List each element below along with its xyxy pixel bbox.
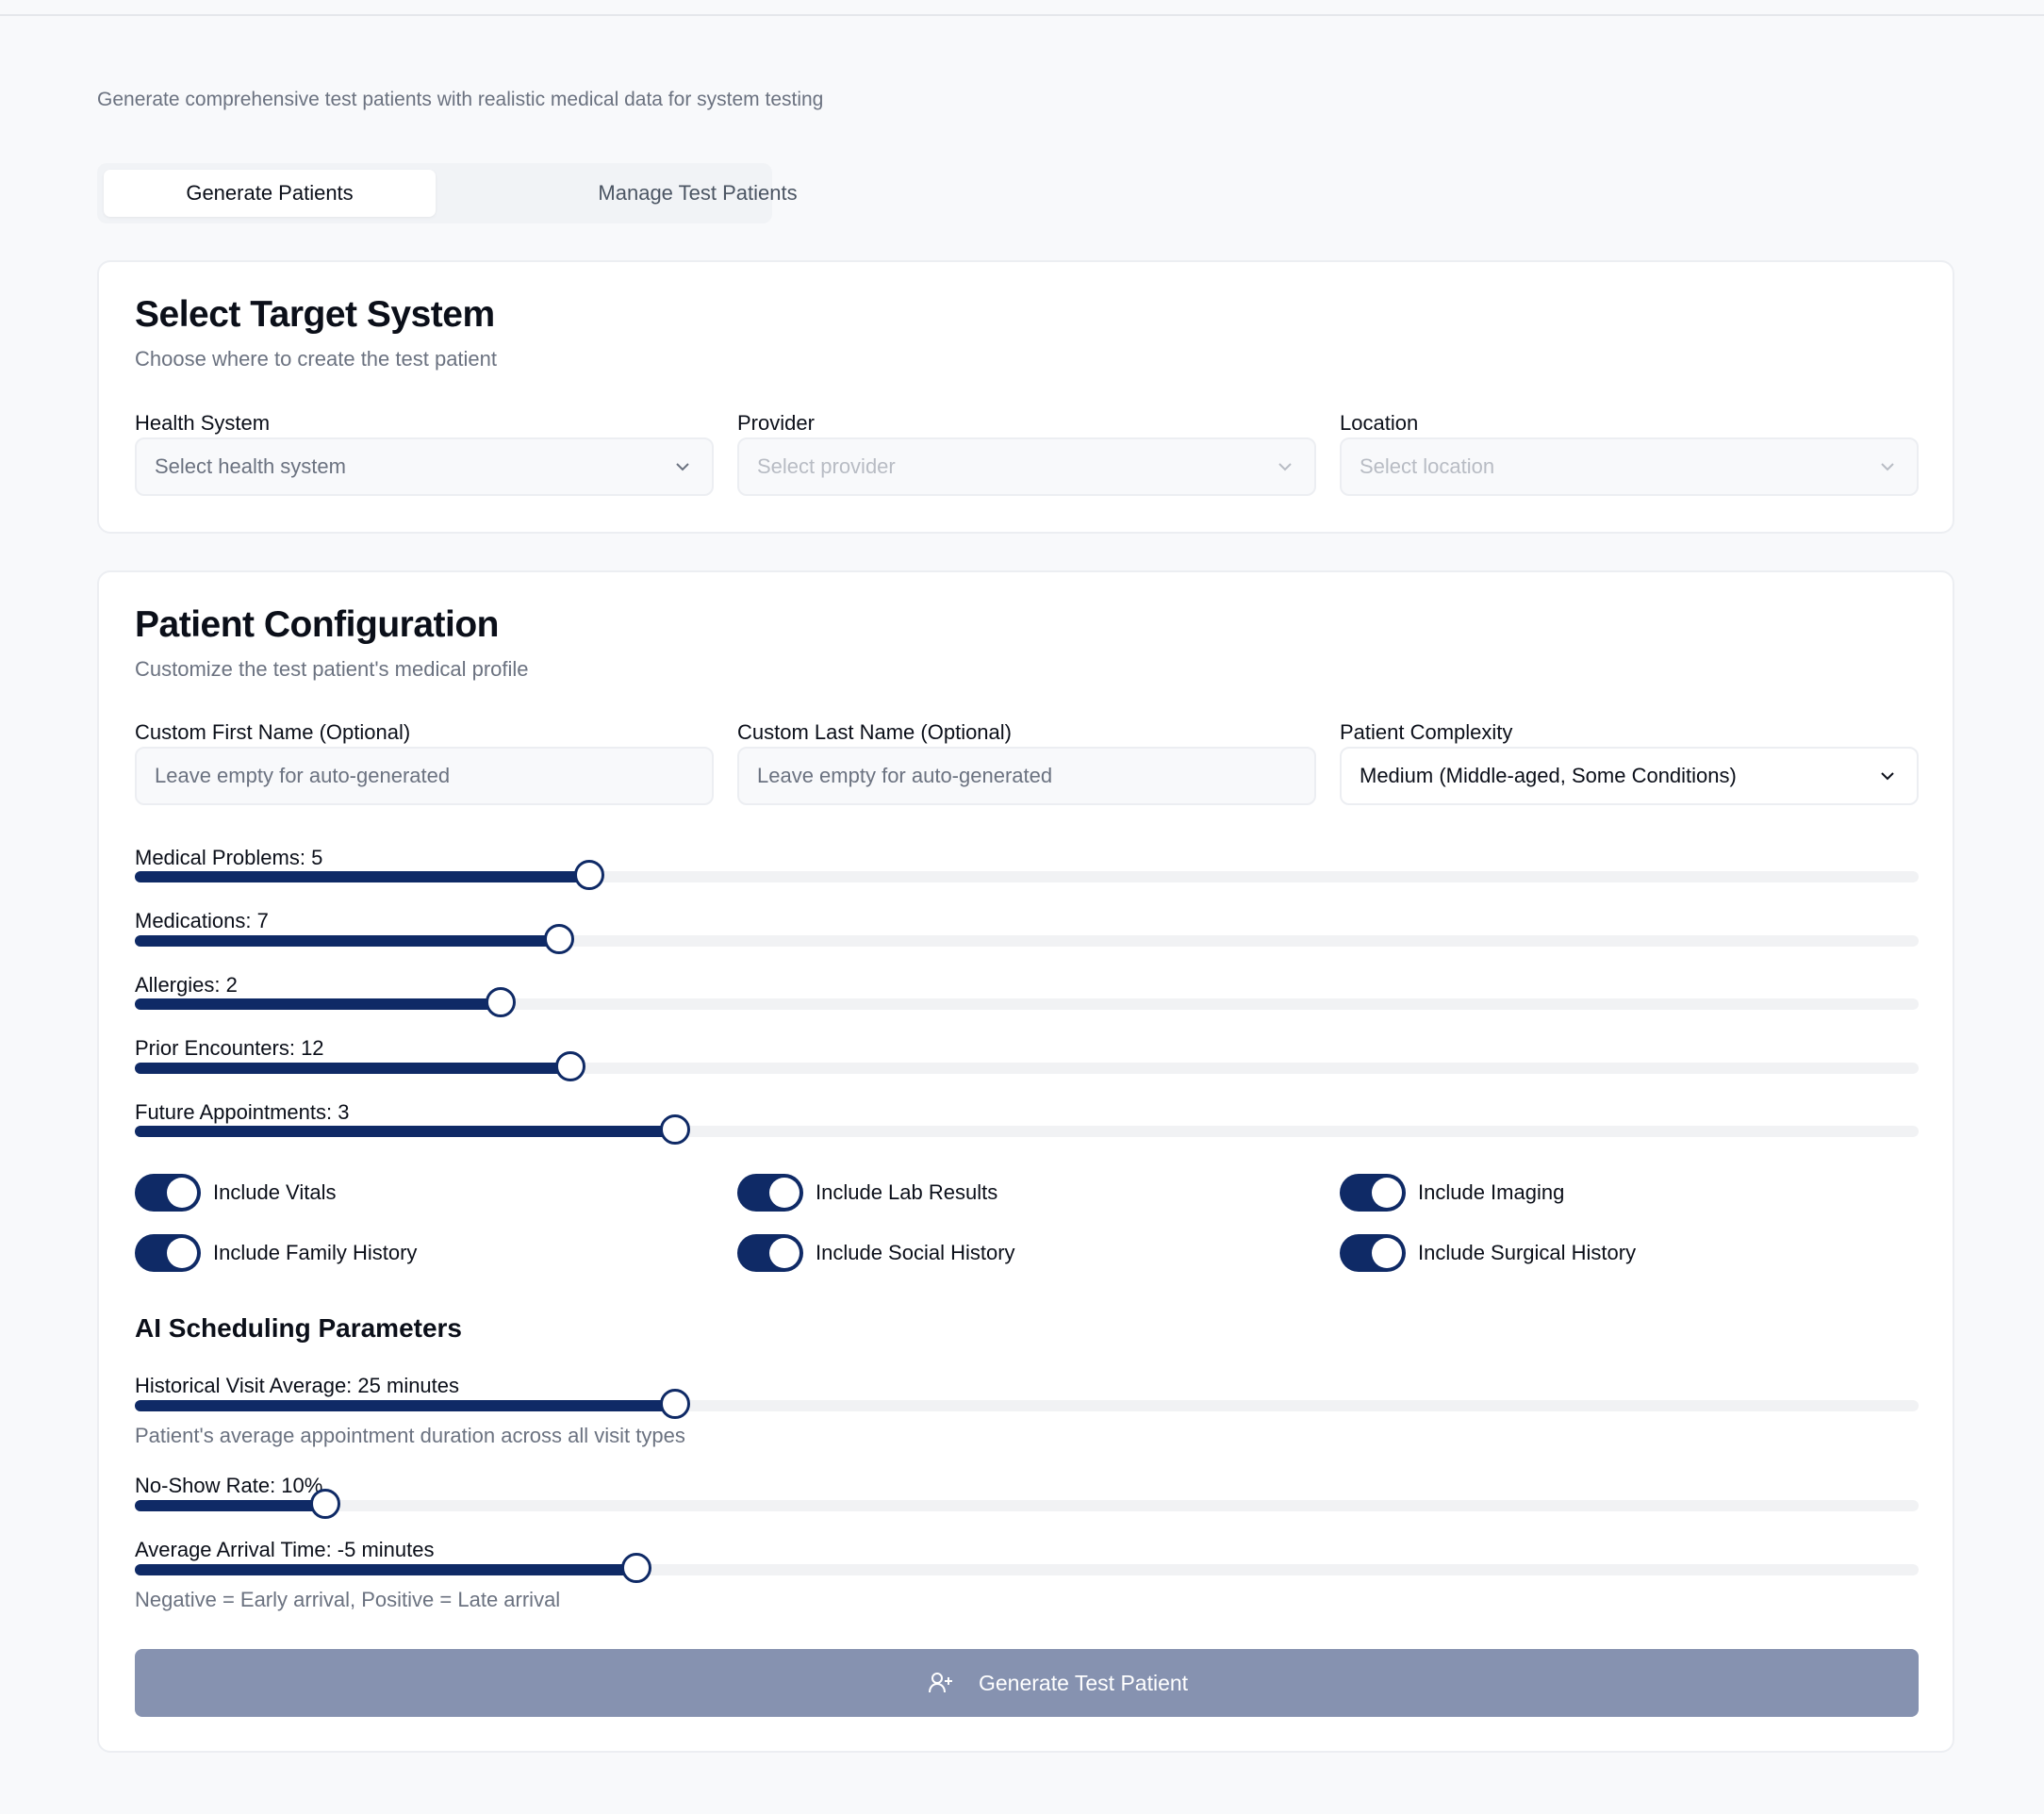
include-surgical-history-toggle[interactable] <box>1340 1234 1406 1272</box>
medical-problems-label: Medical Problems: 5 <box>135 846 323 869</box>
patient-configuration-card: Patient Configuration Customize the test… <box>97 570 1954 1753</box>
average-arrival-time-slider[interactable] <box>135 1553 1919 1583</box>
provider-placeholder: Select provider <box>757 454 896 478</box>
slider-thumb[interactable] <box>620 1553 651 1583</box>
first-name-label: Custom First Name (Optional) <box>135 720 411 744</box>
historical-visit-average-slider[interactable] <box>135 1389 1919 1419</box>
target-system-card: Select Target System Choose where to cre… <box>97 260 1954 534</box>
future-appointments-label: Future Appointments: 3 <box>135 1100 350 1124</box>
patient-complexity-value: Medium (Middle-aged, Some Conditions) <box>1360 764 1737 787</box>
slider-fill <box>135 1063 570 1074</box>
slider-thumb[interactable] <box>554 1051 585 1081</box>
historical-visit-average-hint: Patient's average appointment duration a… <box>135 1424 685 1447</box>
last-name-label: Custom Last Name (Optional) <box>737 720 1012 744</box>
page-subtitle: Generate comprehensive test patients wit… <box>97 89 824 110</box>
include-imaging-toggle[interactable] <box>1340 1174 1406 1212</box>
patient-configuration-description: Customize the test patient's medical pro… <box>135 657 529 681</box>
prior-encounters-label: Prior Encounters: 12 <box>135 1036 324 1060</box>
last-name-placeholder: Leave empty for auto-generated <box>757 764 1053 787</box>
chevron-down-icon <box>1278 463 1292 471</box>
slider-thumb[interactable] <box>660 1389 691 1419</box>
include-vitals-toggle[interactable] <box>135 1174 201 1212</box>
slider-fill <box>135 1500 326 1511</box>
allergies-slider[interactable] <box>135 987 1919 1017</box>
average-arrival-time-label: Average Arrival Time: -5 minutes <box>135 1538 435 1561</box>
slider-thumb[interactable] <box>544 924 575 954</box>
chevron-down-icon <box>1881 463 1894 471</box>
toggle-knob <box>769 1178 799 1208</box>
target-system-description: Choose where to create the test patient <box>135 347 498 371</box>
chevron-down-icon <box>1881 772 1894 781</box>
average-arrival-time-hint: Negative = Early arrival, Positive = Lat… <box>135 1588 561 1611</box>
include-social-history-toggle[interactable] <box>737 1234 803 1272</box>
slider-thumb[interactable] <box>485 987 516 1017</box>
toggle-knob <box>769 1238 799 1268</box>
allergies-label: Allergies: 2 <box>135 973 238 997</box>
prior-encounters-slider[interactable] <box>135 1051 1919 1081</box>
include-social-history-label: Include Social History <box>816 1241 1015 1264</box>
include-lab-results-toggle[interactable] <box>737 1174 803 1212</box>
health-system-select[interactable]: Select health system <box>135 437 714 496</box>
tab-generate-patients[interactable]: Generate Patients <box>104 170 436 217</box>
no-show-rate-slider[interactable] <box>135 1489 1919 1519</box>
toggle-knob <box>167 1178 197 1208</box>
first-name-placeholder: Leave empty for auto-generated <box>155 764 451 787</box>
include-family-history-toggle[interactable] <box>135 1234 201 1272</box>
ai-scheduling-title: AI Scheduling Parameters <box>135 1313 463 1343</box>
slider-fill <box>135 1400 676 1411</box>
health-system-placeholder: Select health system <box>155 454 346 478</box>
location-placeholder: Select location <box>1360 454 1495 478</box>
toggle-knob <box>167 1238 197 1268</box>
include-surgical-history-label: Include Surgical History <box>1418 1241 1637 1264</box>
medications-slider[interactable] <box>135 924 1919 954</box>
tab-manage-test-patients[interactable]: Manage Test Patients <box>530 170 865 217</box>
slider-fill <box>135 935 560 947</box>
top-border <box>0 0 2044 16</box>
slider-thumb[interactable] <box>574 860 605 890</box>
provider-select[interactable]: Select provider <box>737 437 1316 496</box>
user-plus-icon <box>929 1673 952 1693</box>
slider-fill <box>135 1564 636 1575</box>
patient-complexity-label: Patient Complexity <box>1340 720 1513 744</box>
include-lab-results-label: Include Lab Results <box>816 1180 998 1204</box>
location-label: Location <box>1340 411 1419 435</box>
slider-fill <box>135 998 501 1010</box>
include-family-history-label: Include Family History <box>213 1241 418 1264</box>
tab-list: Generate Patients Manage Test Patients <box>97 163 798 223</box>
provider-label: Provider <box>737 411 815 435</box>
first-name-input[interactable]: Leave empty for auto-generated <box>135 747 714 805</box>
patient-complexity-select[interactable]: Medium (Middle-aged, Some Conditions) <box>1340 747 1919 805</box>
medications-label: Medications: 7 <box>135 909 269 932</box>
slider-thumb[interactable] <box>310 1489 341 1519</box>
target-system-title: Select Target System <box>135 294 495 335</box>
health-system-label: Health System <box>135 411 271 435</box>
historical-visit-average-label: Historical Visit Average: 25 minutes <box>135 1374 460 1397</box>
slider-fill <box>135 1126 676 1137</box>
chevron-down-icon <box>676 463 689 471</box>
include-imaging-label: Include Imaging <box>1418 1180 1565 1204</box>
slider-thumb[interactable] <box>660 1114 691 1145</box>
generate-test-patient-label: Generate Test Patient <box>979 1671 1189 1695</box>
future-appointments-slider[interactable] <box>135 1114 1919 1145</box>
medical-problems-slider[interactable] <box>135 860 1919 890</box>
toggle-knob <box>1372 1238 1402 1268</box>
generate-test-patient-button[interactable]: Generate Test Patient <box>135 1649 1919 1717</box>
include-vitals-label: Include Vitals <box>213 1180 337 1204</box>
last-name-input[interactable]: Leave empty for auto-generated <box>737 747 1316 805</box>
slider-fill <box>135 871 590 882</box>
patient-configuration-title: Patient Configuration <box>135 604 499 645</box>
location-select[interactable]: Select location <box>1340 437 1919 496</box>
no-show-rate-label: No-Show Rate: 10% <box>135 1474 323 1497</box>
toggle-knob <box>1372 1178 1402 1208</box>
